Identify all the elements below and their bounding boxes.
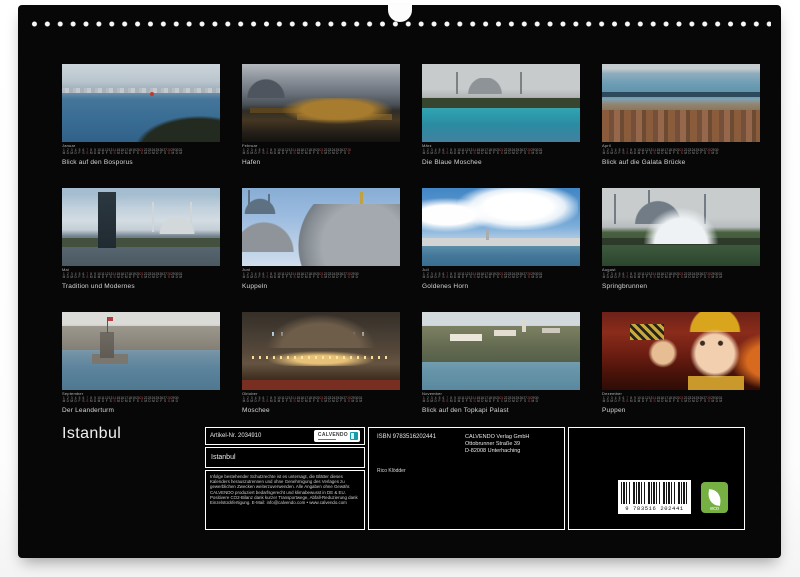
mini-month-days: 1M2D3M4D5F6S7S8M9D10M11D12F13S14S15M16D1… bbox=[422, 273, 580, 280]
photo-moschee bbox=[242, 312, 400, 390]
calendar-month-cell: Mai 1M2D3M4D5F6S7S8M9D10M11D12F13S14S15M… bbox=[62, 188, 220, 292]
photo-blick-auf-den-bosporus bbox=[62, 64, 220, 142]
mini-month-calendar: April 1M2D3M4D5F6S7S8M9D10M11D12F13S14S1… bbox=[602, 144, 760, 156]
calendar-month-cell: August 1M2D3M4D5F6S7S8M9D10M11D12F13S14S… bbox=[602, 188, 760, 292]
photo-hafen bbox=[242, 64, 400, 142]
calvendo-logo-text: CALVENDO bbox=[318, 432, 348, 438]
photo-caption: Moschee bbox=[242, 407, 400, 414]
calvendo-logo-tagline bbox=[318, 439, 336, 440]
photo-caption: Der Leanderturm bbox=[62, 407, 220, 414]
barcode-box: 9 783516 202441 eco bbox=[568, 427, 745, 530]
photo-der-leanderturm bbox=[62, 312, 220, 390]
legal-text: Infolge bestehender Schutzrechte ist es … bbox=[205, 470, 365, 530]
isbn-text: ISBN 9783516202441 bbox=[377, 434, 465, 454]
photo-caption: Kuppeln bbox=[242, 283, 400, 290]
calendar-month-cell: Januar 1M2D3M4D5F6S7S8M9D10M11D12F13S14S… bbox=[62, 64, 220, 168]
photo-goldenes-horn bbox=[422, 188, 580, 266]
photo-caption: Blick auf den Topkapi Palast bbox=[422, 407, 580, 414]
publisher-name: CALVENDO Verlag GmbH bbox=[465, 434, 529, 441]
photo-caption: Puppen bbox=[602, 407, 760, 414]
mini-month-days: 1M2D3M4D5F6S7S8M9D10M11D12F13S14S15M16D1… bbox=[242, 273, 400, 280]
photo-kuppeln bbox=[242, 188, 400, 266]
mini-month-calendar: Januar 1M2D3M4D5F6S7S8M9D10M11D12F13S14S… bbox=[62, 144, 220, 156]
page-title: Istanbul bbox=[62, 425, 121, 443]
photo-caption: Springbrunnen bbox=[602, 283, 760, 290]
mini-month-calendar: August 1M2D3M4D5F6S7S8M9D10M11D12F13S14S… bbox=[602, 268, 760, 280]
barcode-number: 9 783516 202441 bbox=[621, 505, 688, 512]
calendar-month-cell: November 1M2D3M4D5F6S7S8M9D10M11D12F13S1… bbox=[422, 312, 580, 416]
calendar-month-cell: Oktober 1M2D3M4D5F6S7S8M9D10M11D12F13S14… bbox=[242, 312, 400, 416]
mini-month-calendar: Mai 1M2D3M4D5F6S7S8M9D10M11D12F13S14S15M… bbox=[62, 268, 220, 280]
mini-month-calendar: Juni 1M2D3M4D5F6S7S8M9D10M11D12F13S14S15… bbox=[242, 268, 400, 280]
calendar-month-cell: April 1M2D3M4D5F6S7S8M9D10M11D12F13S14S1… bbox=[602, 64, 760, 168]
calendar-month-cell: Juni 1M2D3M4D5F6S7S8M9D10M11D12F13S14S15… bbox=[242, 188, 400, 292]
mini-month-calendar: Februar 1M2D3M4D5F6S7S8M9D10M11D12F13S14… bbox=[242, 144, 400, 156]
mini-month-days: 1M2D3M4D5F6S7S8M9D10M11D12F13S14S15M16D1… bbox=[62, 273, 220, 280]
mini-month-days: 1M2D3M4D5F6S7S8M9D10M11D12F13S14S15M16D1… bbox=[62, 397, 220, 404]
photo-caption: Tradition und Modernes bbox=[62, 283, 220, 290]
author-name: Rico Klödder bbox=[377, 468, 556, 474]
publisher-address: CALVENDO Verlag GmbH Ottobrunner Straße … bbox=[465, 434, 529, 454]
eco-label: eco bbox=[710, 506, 719, 512]
mini-month-days: 1M2D3M4D5F6S7S8M9D10M11D12F13S14S15M16D1… bbox=[422, 397, 580, 404]
mini-month-days: 1M2D3M4D5F6S7S8M9D10M11D12F13S14S15M16D1… bbox=[422, 149, 580, 156]
ean-barcode: 9 783516 202441 bbox=[618, 480, 691, 514]
mini-month-days: 1M2D3M4D5F6S7S8M9D10M11D12F13S14S15M16D1… bbox=[602, 273, 760, 280]
mini-month-calendar: März 1M2D3M4D5F6S7S8M9D10M11D12F13S14S15… bbox=[422, 144, 580, 156]
mini-month-days: 1M2D3M4D5F6S7S8M9D10M11D12F13S14S15M16D1… bbox=[602, 149, 760, 156]
calendar-month-cell: Februar 1M2D3M4D5F6S7S8M9D10M11D12F13S14… bbox=[242, 64, 400, 168]
photo-caption: Goldenes Horn bbox=[422, 283, 580, 290]
photo-caption: Die Blaue Moschee bbox=[422, 159, 580, 166]
calendar-month-cell: Dezember 1M2D3M4D5F6S7S8M9D10M11D12F13S1… bbox=[602, 312, 760, 416]
artikel-number: Artikel-Nr. 2034910 bbox=[210, 433, 261, 439]
photo-caption: Blick auf den Bosporus bbox=[62, 159, 220, 166]
publisher-info-box: ISBN 9783516202441 CALVENDO Verlag GmbH … bbox=[368, 427, 565, 530]
photo-blick-auf-die-galata-bruecke bbox=[602, 64, 760, 142]
mini-month-calendar: Dezember 1M2D3M4D5F6S7S8M9D10M11D12F13S1… bbox=[602, 392, 760, 404]
photo-tradition-und-modernes bbox=[62, 188, 220, 266]
photo-caption: Hafen bbox=[242, 159, 400, 166]
eco-leaf-icon bbox=[707, 489, 722, 506]
mini-month-calendar: November 1M2D3M4D5F6S7S8M9D10M11D12F13S1… bbox=[422, 392, 580, 404]
calendar-month-cell: Juli 1M2D3M4D5F6S7S8M9D10M11D12F13S14S15… bbox=[422, 188, 580, 292]
mini-month-days: 1M2D3M4D5F6S7S8M9D10M11D12F13S14S15M16D1… bbox=[602, 397, 760, 404]
product-info-box: Artikel-Nr. 2034910 CALVENDO Istanbul In… bbox=[205, 427, 365, 530]
eco-badge: eco bbox=[701, 482, 728, 513]
photo-blick-auf-den-topkapi-palast bbox=[422, 312, 580, 390]
photo-caption: Blick auf die Galata Brücke bbox=[602, 159, 760, 166]
calendar-month-cell: September 1M2D3M4D5F6S7S8M9D10M11D12F13S… bbox=[62, 312, 220, 416]
photo-springbrunnen bbox=[602, 188, 760, 266]
mini-month-calendar: Juli 1M2D3M4D5F6S7S8M9D10M11D12F13S14S15… bbox=[422, 268, 580, 280]
month-thumbnail-grid: Januar 1M2D3M4D5F6S7S8M9D10M11D12F13S14S… bbox=[62, 64, 760, 416]
mini-month-days: 1M2D3M4D5F6S7S8M9D10M11D12F13S14S15M16D1… bbox=[242, 397, 400, 404]
barcode-bars bbox=[621, 482, 688, 504]
calendar-back-cover: Januar 1M2D3M4D5F6S7S8M9D10M11D12F13S14S… bbox=[18, 5, 781, 558]
calendar-month-cell: März 1M2D3M4D5F6S7S8M9D10M11D12F13S14S15… bbox=[422, 64, 580, 168]
photo-die-blaue-moschee bbox=[422, 64, 580, 142]
product-title: Istanbul bbox=[205, 447, 365, 468]
artikel-row: Artikel-Nr. 2034910 CALVENDO bbox=[205, 427, 365, 445]
calvendo-logo: CALVENDO bbox=[314, 430, 360, 442]
publisher-city: D-82008 Unterhaching bbox=[465, 448, 529, 455]
publisher-street: Ottobrunner Straße 39 bbox=[465, 441, 529, 448]
photo-puppen bbox=[602, 312, 760, 390]
mini-month-days: 1M2D3M4D5F6S7S8M9D10M11D12F13S14S15M16D1… bbox=[62, 149, 220, 156]
product-photo-page: { "calendar": { "type": "wall-calendar-b… bbox=[0, 0, 800, 577]
mini-month-calendar: Oktober 1M2D3M4D5F6S7S8M9D10M11D12F13S14… bbox=[242, 392, 400, 404]
mini-month-days: 1M2D3M4D5F6S7S8M9D10M11D12F13S14S15M16D1… bbox=[242, 149, 400, 156]
mini-month-calendar: September 1M2D3M4D5F6S7S8M9D10M11D12F13S… bbox=[62, 392, 220, 404]
calvendo-logo-icon bbox=[350, 432, 358, 440]
